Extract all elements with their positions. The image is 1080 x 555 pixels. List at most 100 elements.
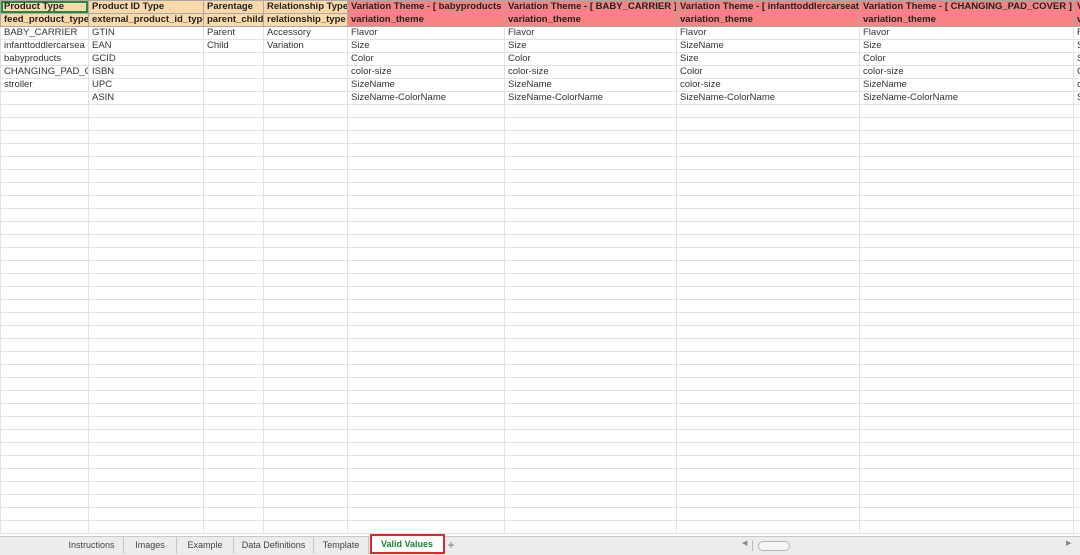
- header-cell[interactable]: Variation Theme - [ infanttoddlercarseat…: [677, 1, 860, 14]
- cell[interactable]: [264, 313, 348, 326]
- cell[interactable]: [860, 261, 1074, 274]
- cell[interactable]: [348, 144, 505, 157]
- cell[interactable]: [264, 222, 348, 235]
- cell[interactable]: SizeName: [677, 40, 860, 53]
- cell[interactable]: babyproducts: [1, 53, 89, 66]
- cell[interactable]: [204, 469, 264, 482]
- cell[interactable]: [348, 443, 505, 456]
- cell[interactable]: [860, 430, 1074, 443]
- cell[interactable]: [348, 274, 505, 287]
- spreadsheet-grid[interactable]: Product TypeProduct ID TypeParentageRela…: [0, 0, 1080, 536]
- cell[interactable]: [264, 482, 348, 495]
- cell[interactable]: [1074, 469, 1080, 482]
- cell[interactable]: [677, 300, 860, 313]
- cell[interactable]: [860, 339, 1074, 352]
- cell[interactable]: [677, 391, 860, 404]
- cell[interactable]: [505, 482, 677, 495]
- cell[interactable]: S: [1074, 92, 1080, 105]
- cell[interactable]: SizeName-ColorName: [860, 92, 1074, 105]
- cell[interactable]: [204, 261, 264, 274]
- cell[interactable]: [348, 196, 505, 209]
- cell[interactable]: [264, 326, 348, 339]
- cell[interactable]: [1, 326, 89, 339]
- cell[interactable]: [348, 248, 505, 261]
- cell[interactable]: [677, 313, 860, 326]
- cell[interactable]: [204, 274, 264, 287]
- cell[interactable]: [677, 456, 860, 469]
- header-cell[interactable]: Variation Theme - [ babyproducts ]: [348, 1, 505, 14]
- cell[interactable]: [204, 196, 264, 209]
- cell[interactable]: [677, 105, 860, 118]
- cell[interactable]: [1, 261, 89, 274]
- cell[interactable]: [348, 508, 505, 521]
- cell[interactable]: [1074, 521, 1080, 534]
- cell[interactable]: [204, 144, 264, 157]
- cell[interactable]: [1074, 183, 1080, 196]
- cell[interactable]: [505, 287, 677, 300]
- cell[interactable]: [348, 170, 505, 183]
- cell[interactable]: [348, 521, 505, 534]
- cell[interactable]: [677, 508, 860, 521]
- cell[interactable]: [204, 131, 264, 144]
- cell[interactable]: [1, 131, 89, 144]
- cell[interactable]: [1, 105, 89, 118]
- cell[interactable]: [677, 417, 860, 430]
- cell[interactable]: Variation: [264, 40, 348, 53]
- header-cell[interactable]: V: [1074, 1, 1080, 14]
- cell[interactable]: [505, 417, 677, 430]
- cell[interactable]: [1074, 105, 1080, 118]
- cell[interactable]: [264, 274, 348, 287]
- cell[interactable]: [264, 144, 348, 157]
- cell[interactable]: S: [1074, 40, 1080, 53]
- cell[interactable]: [505, 326, 677, 339]
- cell[interactable]: [1074, 157, 1080, 170]
- header-cell[interactable]: variation_theme: [348, 14, 505, 27]
- cell[interactable]: [264, 131, 348, 144]
- cell[interactable]: [1, 378, 89, 391]
- cell[interactable]: [505, 313, 677, 326]
- cell[interactable]: [89, 157, 204, 170]
- cell[interactable]: [1, 404, 89, 417]
- cell[interactable]: [505, 404, 677, 417]
- cell[interactable]: [860, 469, 1074, 482]
- cell[interactable]: [1, 183, 89, 196]
- cell[interactable]: [505, 521, 677, 534]
- cell[interactable]: [677, 183, 860, 196]
- cell[interactable]: [264, 417, 348, 430]
- cell[interactable]: [1, 300, 89, 313]
- cell[interactable]: color-size: [677, 79, 860, 92]
- cell[interactable]: [677, 378, 860, 391]
- cell[interactable]: [89, 105, 204, 118]
- cell[interactable]: [505, 261, 677, 274]
- cell[interactable]: Color: [860, 53, 1074, 66]
- cell[interactable]: [89, 495, 204, 508]
- cell[interactable]: [89, 378, 204, 391]
- cell[interactable]: [505, 248, 677, 261]
- cell[interactable]: [1074, 235, 1080, 248]
- cell[interactable]: [505, 365, 677, 378]
- cell[interactable]: [860, 144, 1074, 157]
- cell[interactable]: [1, 443, 89, 456]
- cell[interactable]: [505, 391, 677, 404]
- cell[interactable]: [264, 378, 348, 391]
- cell[interactable]: [505, 222, 677, 235]
- cell[interactable]: [348, 365, 505, 378]
- cell[interactable]: [1074, 170, 1080, 183]
- cell[interactable]: [204, 209, 264, 222]
- cell[interactable]: [204, 170, 264, 183]
- cell[interactable]: [264, 508, 348, 521]
- cell[interactable]: [505, 235, 677, 248]
- cell[interactable]: [89, 469, 204, 482]
- cell[interactable]: [89, 326, 204, 339]
- cell[interactable]: [89, 144, 204, 157]
- cell[interactable]: Size: [348, 40, 505, 53]
- cell[interactable]: [1074, 209, 1080, 222]
- cell[interactable]: stroller: [1, 79, 89, 92]
- cell[interactable]: [860, 521, 1074, 534]
- cell[interactable]: [1, 157, 89, 170]
- cell[interactable]: [348, 313, 505, 326]
- cell[interactable]: [348, 300, 505, 313]
- cell[interactable]: [1, 313, 89, 326]
- cell[interactable]: [348, 183, 505, 196]
- cell[interactable]: [677, 443, 860, 456]
